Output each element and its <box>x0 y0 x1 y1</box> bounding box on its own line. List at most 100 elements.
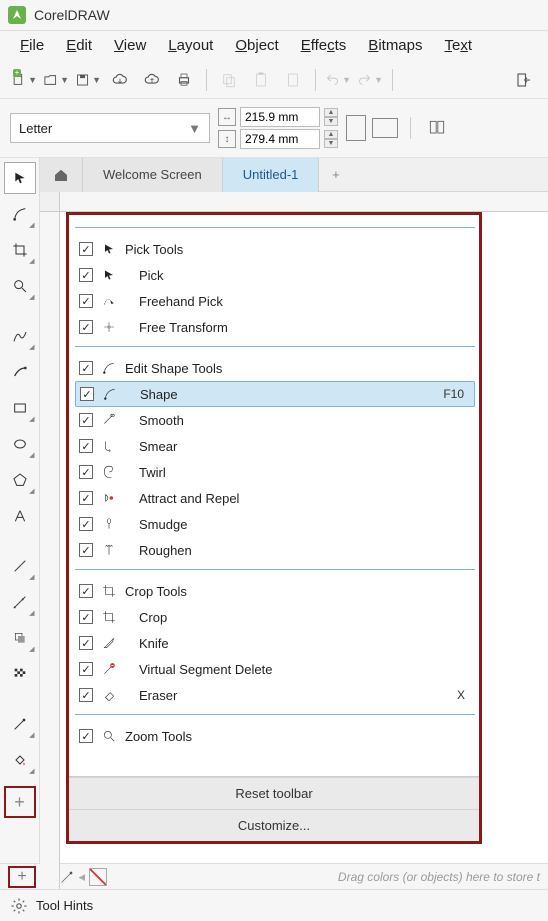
pages-button[interactable] <box>423 114 451 142</box>
titlebar: CorelDRAW <box>0 0 548 31</box>
menu-layout[interactable]: Layout <box>168 37 213 54</box>
home-tab[interactable] <box>40 158 82 192</box>
page-size-dropdown[interactable]: Letter ▼ <box>10 113 210 143</box>
item-roughen[interactable]: ✓ Roughen <box>75 537 475 563</box>
rectangle-tool[interactable]: ◢ <box>4 392 36 424</box>
group-edit-shape-tools[interactable]: ✓ Edit Shape Tools <box>75 355 475 381</box>
landscape-button[interactable] <box>372 118 398 138</box>
ellipse-tool[interactable]: ◢ <box>4 428 36 460</box>
freehand-tool[interactable]: ◢ <box>4 320 36 352</box>
menu-effects[interactable]: Effects <box>301 37 347 54</box>
canvas[interactable]: 300 250 200 150 100 ✓ Pick Tools <box>40 192 548 889</box>
checkbox[interactable]: ✓ <box>79 688 93 702</box>
item-virtual-segment-delete[interactable]: ✓ Virtual Segment Delete <box>75 656 475 682</box>
checkbox[interactable]: ✓ <box>79 491 93 505</box>
nav-left[interactable]: ◂ <box>79 869 86 885</box>
item-pick[interactable]: ✓ Pick <box>75 262 475 288</box>
item-smear[interactable]: ✓ Smear <box>75 433 475 459</box>
fill-tool[interactable]: ◢ <box>4 744 36 776</box>
menu-text[interactable]: Text <box>445 37 473 54</box>
item-free-transform[interactable]: ✓ Free Transform <box>75 314 475 340</box>
menu-file[interactable]: File <box>20 37 44 54</box>
shape-tool[interactable]: ◢ <box>4 198 36 230</box>
new-tab-button[interactable]: + <box>318 158 352 192</box>
checkbox[interactable]: ✓ <box>79 662 93 676</box>
ruler-origin[interactable] <box>40 192 60 212</box>
item-freehand-pick[interactable]: ✓ Freehand Pick <box>75 288 475 314</box>
transparency-tool[interactable] <box>4 658 36 690</box>
checkbox[interactable]: ✓ <box>79 517 93 531</box>
horizontal-ruler[interactable] <box>60 192 548 212</box>
artistic-media-tool[interactable] <box>4 356 36 388</box>
checkbox[interactable]: ✓ <box>79 543 93 557</box>
checkbox[interactable]: ✓ <box>79 361 93 375</box>
menu-bitmaps[interactable]: Bitmaps <box>368 37 422 54</box>
item-smudge[interactable]: ✓ Smudge <box>75 511 475 537</box>
reset-toolbar-button[interactable]: Reset toolbar <box>69 777 479 809</box>
item-shape[interactable]: ✓ Shape F10 <box>75 381 475 407</box>
menu-object[interactable]: Object <box>235 37 278 54</box>
dimension-tool[interactable]: ◢ <box>4 586 36 618</box>
eyedropper-icon[interactable] <box>59 869 75 885</box>
save-button[interactable]: ▼ <box>74 66 102 94</box>
item-crop[interactable]: ✓ Crop <box>75 604 475 630</box>
redo-button[interactable]: ▼ <box>356 66 384 94</box>
checkbox[interactable]: ✓ <box>80 387 94 401</box>
add-color-button[interactable]: + <box>8 866 36 888</box>
group-crop-tools[interactable]: ✓ Crop Tools <box>75 578 475 604</box>
crop-tool[interactable]: ◢ <box>4 234 36 266</box>
no-color-swatch[interactable] <box>89 868 107 886</box>
paste-button[interactable] <box>247 66 275 94</box>
print-button[interactable] <box>170 66 198 94</box>
item-smooth[interactable]: ✓ Smooth <box>75 407 475 433</box>
zoom-tool[interactable]: ◢ <box>4 270 36 302</box>
eyedropper-tool[interactable]: ◢ <box>4 708 36 740</box>
welcome-tab[interactable]: Welcome Screen <box>82 158 222 192</box>
portrait-button[interactable] <box>346 115 366 141</box>
checkbox[interactable]: ✓ <box>79 636 93 650</box>
text-tool[interactable] <box>4 500 36 532</box>
item-attract-repel[interactable]: ✓ Attract and Repel <box>75 485 475 511</box>
item-knife[interactable]: ✓ Knife <box>75 630 475 656</box>
item-twirl[interactable]: ✓ Twirl <box>75 459 475 485</box>
page-width-input[interactable] <box>240 107 320 127</box>
undo-button[interactable]: ▼ <box>324 66 352 94</box>
cloud-up-button[interactable] <box>138 66 166 94</box>
cloud-down-button[interactable] <box>106 66 134 94</box>
work-area: ◢ ◢ ◢ ◢ ◢ ◢ ◢ ◢ ◢ ◢ ◢ ◢ + Welcome Screen… <box>0 158 548 889</box>
checkbox[interactable]: ✓ <box>79 729 93 743</box>
menu-view[interactable]: View <box>114 37 146 54</box>
clipboard-button[interactable] <box>279 66 307 94</box>
menu-edit[interactable]: Edit <box>66 37 92 54</box>
checkbox[interactable]: ✓ <box>79 584 93 598</box>
width-spinner[interactable]: ▲▼ <box>324 108 338 126</box>
property-bar: Letter ▼ ↔ ▲▼ ↕ ▲▼ <box>0 99 548 158</box>
pick-tool[interactable] <box>4 162 36 194</box>
group-zoom-tools[interactable]: ✓ Zoom Tools <box>75 723 475 749</box>
polygon-tool[interactable]: ◢ <box>4 464 36 496</box>
checkbox[interactable]: ✓ <box>79 439 93 453</box>
height-spinner[interactable]: ▲▼ <box>324 130 338 148</box>
checkbox[interactable]: ✓ <box>79 610 93 624</box>
gear-icon[interactable] <box>10 897 28 915</box>
vertical-ruler[interactable]: 300 250 200 150 100 <box>40 212 60 889</box>
new-button[interactable]: + ▼ <box>10 66 38 94</box>
checkbox[interactable]: ✓ <box>79 465 93 479</box>
line-tool[interactable]: ◢ <box>4 550 36 582</box>
dropshadow-tool[interactable]: ◢ <box>4 622 36 654</box>
customize-button[interactable]: Customize... <box>69 809 479 841</box>
checkbox[interactable]: ✓ <box>79 268 93 282</box>
checkbox[interactable]: ✓ <box>79 413 93 427</box>
checkbox[interactable]: ✓ <box>79 320 93 334</box>
flyout-list[interactable]: ✓ Pick Tools ✓ Pick ✓ Freehand Pi <box>69 215 479 776</box>
add-tool-button[interactable]: + <box>4 786 36 818</box>
page-height-input[interactable] <box>240 129 320 149</box>
checkbox[interactable]: ✓ <box>79 242 93 256</box>
open-button[interactable]: ▼ <box>42 66 70 94</box>
copy-button[interactable] <box>215 66 243 94</box>
item-eraser[interactable]: ✓ Eraser X <box>75 682 475 708</box>
group-pick-tools[interactable]: ✓ Pick Tools <box>75 236 475 262</box>
import-button[interactable] <box>510 66 538 94</box>
document-tab-1[interactable]: Untitled-1 <box>222 158 319 192</box>
checkbox[interactable]: ✓ <box>79 294 93 308</box>
